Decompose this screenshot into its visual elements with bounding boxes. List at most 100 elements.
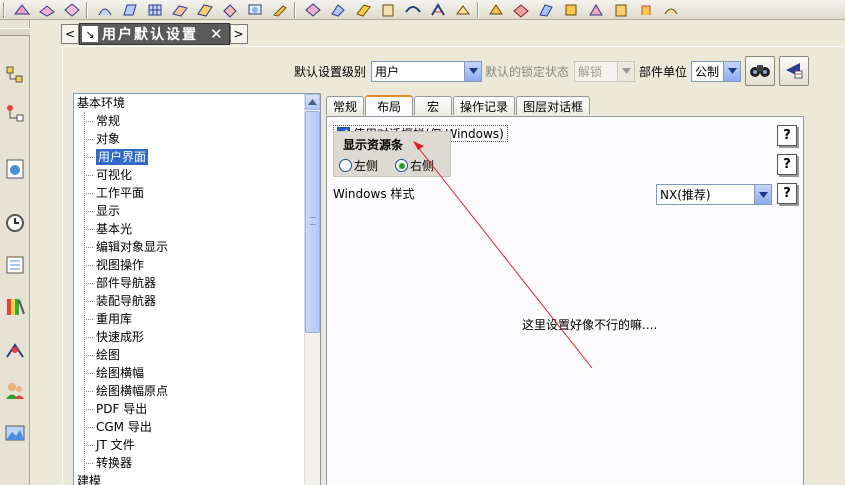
right-radio[interactable]: [395, 159, 408, 172]
law-extension-icon[interactable]: [377, 1, 399, 19]
tree-item[interactable]: 用户界面: [74, 148, 149, 166]
prev-tab-button[interactable]: <: [61, 24, 79, 44]
pin-icon[interactable]: ↘: [82, 26, 98, 42]
resource-bar-right-option[interactable]: 右侧: [395, 157, 434, 174]
process-studio-icon[interactable]: [3, 338, 27, 364]
dialog-title-tab[interactable]: ↘ 用户默认设置 ✕: [79, 23, 230, 45]
tree-item[interactable]: 装配导航器: [74, 292, 156, 310]
manage-defaults-button[interactable]: [779, 56, 810, 86]
thicken-icon[interactable]: [535, 1, 557, 19]
tree-item[interactable]: CGM 导出: [74, 418, 152, 436]
toolbar-separator: [86, 1, 88, 18]
palette-icon[interactable]: [3, 294, 27, 320]
customer-defaults-panel: 默认设置级别 用户 默认的锁定状态 解锁 部件单位 公制 基本环境 常规 对象 …: [62, 46, 845, 485]
tree-item[interactable]: 绘图: [74, 346, 120, 364]
tree-item[interactable]: 绘图横幅: [74, 364, 144, 382]
resource-bar-left-option[interactable]: 左侧: [339, 157, 378, 174]
tree-item-label: 绘图: [96, 348, 121, 362]
help-button[interactable]: ?: [777, 154, 797, 175]
tree-item-label: 显示: [96, 204, 121, 218]
tab-macro[interactable]: 宏: [414, 96, 453, 115]
help-button[interactable]: ?: [777, 125, 797, 146]
tab-layout[interactable]: 布局: [365, 95, 414, 116]
tree-item-label: 部件导航器: [96, 276, 157, 290]
question-icon: ?: [783, 186, 791, 201]
tree-item[interactable]: 对象: [74, 130, 120, 148]
roles-icon[interactable]: [3, 378, 27, 404]
section-surface-icon[interactable]: [194, 1, 216, 19]
system-scene-icon[interactable]: [3, 420, 27, 446]
extension-icon[interactable]: [352, 1, 374, 19]
chevron-down-icon[interactable]: [723, 61, 741, 81]
swept-icon[interactable]: [169, 1, 191, 19]
tree-item[interactable]: 常规: [74, 112, 120, 130]
tree-item[interactable]: 视图操作: [74, 256, 144, 274]
tree-item[interactable]: 编辑对象显示: [74, 238, 168, 256]
chevron-down-icon[interactable]: [754, 185, 771, 204]
tree-scrollbar[interactable]: [304, 94, 320, 485]
tree-item[interactable]: 部件导航器: [74, 274, 156, 292]
help-button[interactable]: ?: [777, 183, 797, 204]
tree-item[interactable]: 基本光: [74, 220, 132, 238]
tree-root[interactable]: 基本环境: [74, 94, 125, 112]
tree-item[interactable]: 可视化: [74, 166, 132, 184]
close-icon[interactable]: ✕: [208, 25, 225, 43]
defaults-level-select[interactable]: 用户: [371, 60, 483, 82]
windows-style-value: NX(推荐): [660, 188, 711, 202]
tree-item[interactable]: 工作平面: [74, 184, 144, 202]
left-radio[interactable]: [339, 159, 352, 172]
part-navigator-icon[interactable]: [3, 156, 27, 182]
assembly-navigator-icon[interactable]: [3, 62, 27, 88]
tree-item[interactable]: PDF 导出: [74, 400, 147, 418]
windows-style-select[interactable]: NX(推荐): [656, 184, 772, 205]
flange-icon[interactable]: [402, 1, 424, 19]
tree-item-label: 工作平面: [96, 186, 145, 200]
sew-icon[interactable]: [510, 1, 532, 19]
constraint-navigator-icon[interactable]: [3, 100, 27, 126]
through-curves-icon[interactable]: [119, 1, 141, 19]
tab-journal[interactable]: 操作记录: [453, 96, 516, 115]
patch-icon[interactable]: [610, 1, 632, 19]
manage-icon: [783, 60, 805, 83]
wrap-icon[interactable]: [327, 1, 349, 19]
tree-item[interactable]: 转换器: [74, 454, 132, 472]
part-units-select[interactable]: 公制: [691, 60, 742, 82]
main-toolbar: [0, 0, 845, 20]
chevron-down-icon[interactable]: [464, 61, 482, 81]
surface-patch-icon[interactable]: [61, 1, 83, 19]
bounded-plane-icon[interactable]: [219, 1, 241, 19]
tab-general[interactable]: 常规: [326, 96, 365, 115]
brush-icon[interactable]: [269, 1, 291, 19]
dialog-title: 用户默认设置: [102, 27, 198, 43]
offset-icon[interactable]: [452, 1, 474, 19]
surface-icon[interactable]: [11, 1, 33, 19]
extrude-icon[interactable]: [635, 1, 657, 19]
trim-icon[interactable]: [485, 1, 507, 19]
history-clock-icon[interactable]: [3, 210, 27, 236]
reuse-library-icon[interactable]: [3, 252, 27, 278]
tree-root[interactable]: 建模: [74, 472, 101, 485]
resource-bar-group-title: 显示资源条: [343, 138, 404, 152]
next-tab-button[interactable]: >: [229, 24, 248, 44]
tree-item[interactable]: 显示: [74, 202, 120, 220]
split-icon[interactable]: [585, 1, 607, 19]
tree-item[interactable]: JT 文件: [74, 436, 135, 454]
studio-surface-icon[interactable]: [302, 1, 324, 19]
tree-item[interactable]: 绘图横幅原点: [74, 382, 168, 400]
tree-item[interactable]: 重用库: [74, 310, 132, 328]
fillet-icon[interactable]: [427, 1, 449, 19]
tree-item-label: 常规: [96, 114, 121, 128]
surface-fold-icon[interactable]: [36, 1, 58, 19]
ruled-surface-icon[interactable]: [94, 1, 116, 19]
tree-item[interactable]: 快速成形: [74, 328, 144, 346]
extract-icon[interactable]: [560, 1, 582, 19]
find-default-button[interactable]: [745, 56, 776, 86]
scroll-thumb[interactable]: [305, 111, 320, 333]
scroll-up-button[interactable]: [305, 94, 320, 110]
tab-layer-dialog[interactable]: 图层对话框: [516, 96, 591, 115]
revolve-icon[interactable]: [660, 1, 682, 19]
part-units-value: 公制: [695, 64, 720, 79]
analysis-icon[interactable]: [244, 1, 266, 19]
resource-bar-grip[interactable]: [0, 28, 30, 36]
curve-mesh-icon[interactable]: [144, 1, 166, 19]
